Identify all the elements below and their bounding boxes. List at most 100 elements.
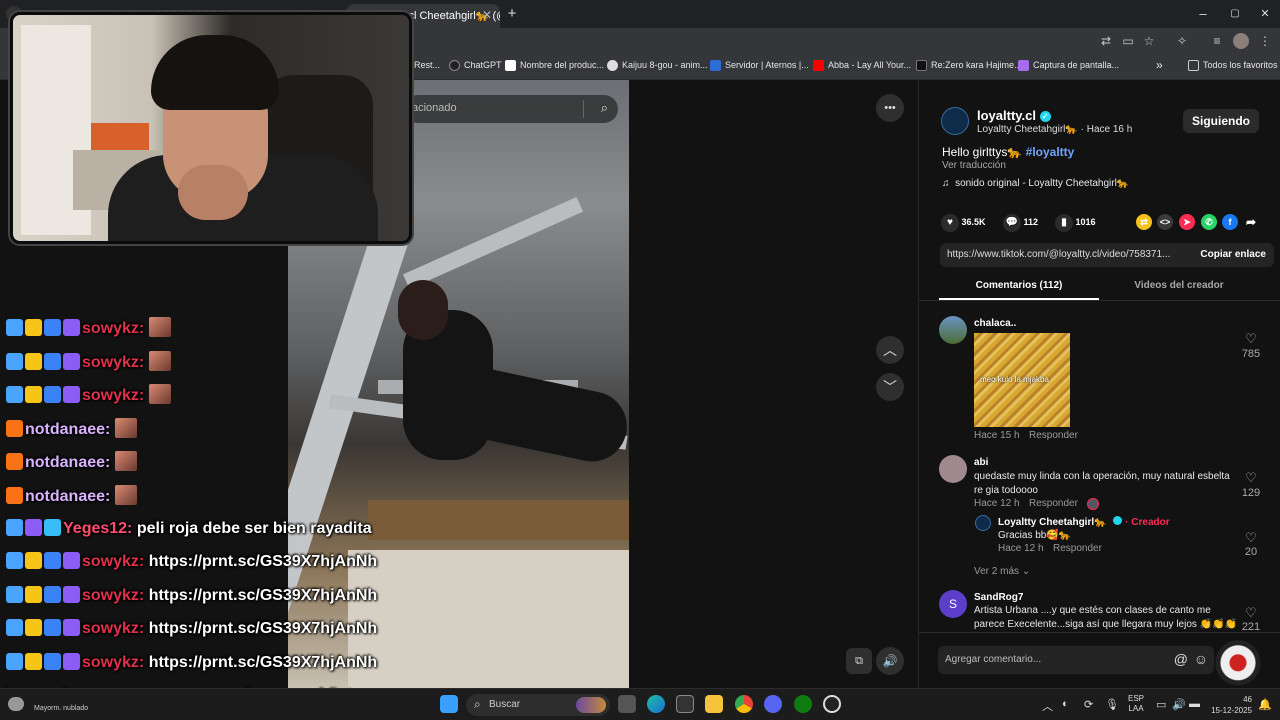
- hashtag-link[interactable]: #loyaltty: [1026, 145, 1075, 159]
- bookmark-item[interactable]: Nombre del produc...: [505, 60, 604, 71]
- tab-close-icon[interactable]: ✕: [482, 8, 492, 22]
- chat-message-text: https://prnt.sc/GS39X7hjAnNh: [148, 620, 378, 638]
- language-indicator[interactable]: ESP LAA: [1128, 694, 1144, 714]
- clock[interactable]: 46 15-12-2025: [1208, 694, 1252, 716]
- translate-link[interactable]: Ver traducción: [942, 160, 1006, 171]
- maximize-button[interactable]: ▢: [1218, 4, 1252, 24]
- profile-avatar[interactable]: [1233, 33, 1249, 49]
- obs-icon[interactable]: [823, 695, 841, 713]
- new-tab-button[interactable]: +: [500, 4, 524, 24]
- reply-button[interactable]: Responder: [1029, 498, 1078, 509]
- taskbar-search[interactable]: ⌕ Buscar: [466, 694, 610, 716]
- minimize-button[interactable]: –: [1186, 4, 1220, 24]
- xbox-icon[interactable]: [794, 695, 812, 713]
- extensions-icon[interactable]: ✧: [1174, 33, 1190, 49]
- chat-emote-icon: [148, 350, 171, 371]
- following-button[interactable]: Siguiendo: [1183, 109, 1259, 133]
- file-explorer-icon[interactable]: [705, 695, 723, 713]
- comment-text: quedaste muy linda con la operación, muy…: [974, 471, 1230, 496]
- network-icon[interactable]: ▭: [1156, 698, 1166, 711]
- bookmark-item[interactable]: Kaijuu 8-gou - anim...: [607, 60, 708, 71]
- send-icon[interactable]: ➤: [1179, 214, 1195, 230]
- star-bookmark-icon[interactable]: ☆: [1141, 33, 1157, 49]
- chat-emote-icon: [148, 384, 171, 405]
- edge-icon[interactable]: [647, 695, 665, 713]
- commenter-name[interactable]: SandRog7: [974, 592, 1023, 603]
- chrome-icon[interactable]: [735, 695, 753, 713]
- task-view-icon[interactable]: [618, 695, 636, 713]
- pip-icon[interactable]: ⧉: [846, 648, 872, 674]
- commenter-name[interactable]: chalaca..: [974, 318, 1016, 329]
- like-button[interactable]: ♥ 36.5K: [941, 214, 986, 232]
- screenshot-icon: [1018, 60, 1029, 71]
- save-button[interactable]: ▮ 1016: [1055, 214, 1096, 232]
- app-icon[interactable]: [676, 695, 694, 713]
- comment-like-icon[interactable]: ♡: [1236, 530, 1266, 546]
- volume-icon[interactable]: 🔊: [1172, 698, 1186, 711]
- next-video-button[interactable]: ﹀: [876, 373, 904, 401]
- all-favorites-folder[interactable]: Todos los favoritos: [1188, 60, 1278, 71]
- close-window-button[interactable]: ✕: [1248, 4, 1280, 24]
- emoji-icon[interactable]: ☺: [1194, 651, 1208, 667]
- comment-button[interactable]: 💬 112: [1003, 214, 1038, 232]
- reply-author-name[interactable]: Loyaltty Cheetahgirl🐆: [998, 517, 1107, 528]
- weather-widget[interactable]: Mayorm. nublado: [6, 695, 126, 715]
- chat-message: notdanaee:: [6, 485, 137, 513]
- comment-like-icon[interactable]: ♡: [1236, 470, 1266, 486]
- sound-row[interactable]: ♫ sonido original - Loyaltty Cheetahgirl…: [942, 178, 1129, 189]
- tab-creator-videos[interactable]: Videos del creador: [1099, 280, 1259, 291]
- folder-icon: [1188, 60, 1199, 71]
- embed-icon[interactable]: <>: [1157, 214, 1173, 230]
- chat-message: sowykz:: [6, 384, 171, 412]
- whatsapp-icon[interactable]: ✆: [1201, 214, 1217, 230]
- tray-mic-icon[interactable]: 🎙: [1105, 698, 1119, 711]
- search-icon[interactable]: ⌕: [601, 100, 608, 116]
- author-username[interactable]: loyaltty.cl ✓: [977, 108, 1051, 123]
- chat-message-text: peli roja debe ser bien rayadita: [136, 519, 372, 537]
- creator-avatar[interactable]: [975, 515, 991, 531]
- comment-like-icon[interactable]: ♡: [1236, 605, 1266, 621]
- translate-icon[interactable]: ⇄: [1098, 33, 1114, 49]
- commenter-avatar[interactable]: S: [939, 590, 967, 618]
- battery-icon[interactable]: ▬: [1189, 698, 1200, 710]
- bookmarks-overflow-button[interactable]: »: [1156, 58, 1163, 72]
- see-more-replies[interactable]: Ver 2 más ⌄: [974, 566, 1030, 577]
- tray-sync-icon[interactable]: ⟳: [1084, 698, 1093, 711]
- windows-start-icon[interactable]: [440, 695, 458, 713]
- commenter-avatar[interactable]: [939, 455, 967, 483]
- comment-input[interactable]: Agregar comentario...: [945, 654, 1041, 665]
- notification-icon[interactable]: 🔔: [1258, 698, 1272, 711]
- tray-app-icon[interactable]: ◐: [1062, 698, 1069, 710]
- chevron-down-icon: ⌄: [1021, 566, 1031, 577]
- bookmark-item[interactable]: Captura de pantalla...: [1018, 60, 1119, 71]
- cast-icon[interactable]: ▭: [1120, 33, 1136, 49]
- comment-input-box[interactable]: Agregar comentario... @ ☺: [938, 646, 1214, 674]
- reading-list-icon[interactable]: ≡: [1209, 33, 1225, 49]
- repost-icon[interactable]: ⇄: [1136, 214, 1152, 230]
- volume-icon[interactable]: 🔊: [876, 647, 904, 675]
- bookmark-item[interactable]: Re:Zero kara Hajime...: [916, 60, 1022, 71]
- tab-comments[interactable]: Comentarios (112): [939, 280, 1099, 291]
- more-options-button[interactable]: •••: [876, 94, 904, 122]
- video-url[interactable]: https://www.tiktok.com/@loyaltty.cl/vide…: [947, 249, 1171, 260]
- commenter-name[interactable]: abi: [974, 457, 988, 468]
- mention-icon[interactable]: @: [1174, 651, 1188, 667]
- share-arrow-icon[interactable]: ➦: [1243, 214, 1259, 230]
- bookmark-item[interactable]: Abba - Lay All Your...: [813, 60, 911, 71]
- copy-link-button[interactable]: Copiar enlace: [1200, 249, 1266, 260]
- heart-icon: ♥: [941, 214, 959, 232]
- comment-like-icon[interactable]: ♡: [1236, 331, 1266, 347]
- bookmark-item[interactable]: Servidor | Aternos |...: [710, 60, 809, 71]
- bookmark-item[interactable]: ChatGPT: [449, 60, 502, 71]
- reply-button[interactable]: Responder: [1053, 543, 1102, 554]
- reply-button[interactable]: Responder: [1029, 430, 1078, 441]
- menu-kebab-icon[interactable]: ⋮: [1257, 33, 1273, 49]
- discord-icon[interactable]: [764, 695, 782, 713]
- author-avatar[interactable]: [941, 107, 969, 135]
- comment-image[interactable]: meo kulo la mjakba: [974, 333, 1070, 427]
- crown-badge-icon: [25, 352, 42, 370]
- commenter-avatar[interactable]: [939, 316, 967, 344]
- tray-overflow-icon[interactable]: ︿: [1042, 698, 1053, 714]
- previous-video-button[interactable]: ︿: [876, 336, 904, 364]
- facebook-icon[interactable]: f: [1222, 214, 1238, 230]
